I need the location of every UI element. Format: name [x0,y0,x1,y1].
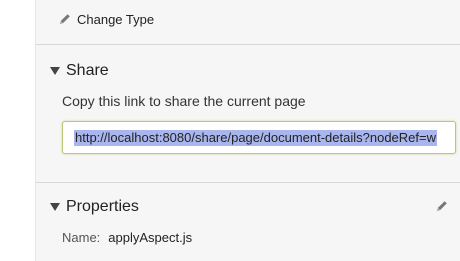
left-gutter [0,0,36,261]
document-side-panel: Change Type Share Copy this link to shar… [36,0,460,261]
edit-properties-button[interactable] [432,196,452,216]
divider [36,182,460,183]
property-name-label: Name: [62,230,101,245]
property-name-row: Name: applyAspect.js [62,230,192,245]
share-section-title: Share [66,62,109,79]
change-type-action[interactable]: Change Type [58,9,154,29]
share-caption: Copy this link to share the current page [62,93,306,109]
share-link-field[interactable]: http://localhost:8080/share/page/documen… [62,121,456,154]
triangle-down-icon [50,203,60,211]
change-type-label: Change Type [77,11,155,27]
pencil-icon [437,201,447,211]
property-name-value: applyAspect.js [108,230,193,245]
share-link-text: http://localhost:8080/share/page/documen… [74,130,437,146]
share-section-header[interactable]: Share [50,60,109,82]
divider [36,44,460,45]
pencil-icon [58,12,72,26]
properties-section-header[interactable]: Properties [50,196,139,218]
properties-section-title: Properties [66,198,139,215]
triangle-down-icon [50,67,60,75]
